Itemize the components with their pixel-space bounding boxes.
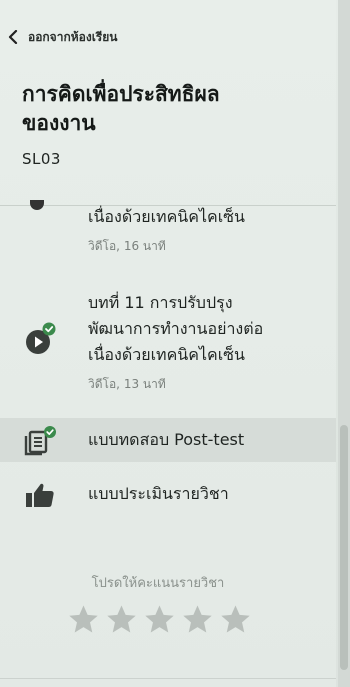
course-title-line: การคิดเพื่อประสิทธิผล [22, 82, 220, 106]
star-icon[interactable] [142, 603, 177, 637]
course-code: SL03 [22, 150, 61, 168]
document-list-icon [24, 426, 56, 456]
course-evaluation-label: แบบประเมินรายวิชา [88, 483, 229, 503]
lesson-title-line[interactable]: เนื่องด้วยเทคนิคไคเซ็น [88, 342, 245, 368]
course-evaluation-item[interactable]: แบบประเมินรายวิชา [0, 472, 336, 516]
lesson-meta: วิดีโอ, 13 นาที [88, 377, 166, 391]
lesson-title-line[interactable]: พัฒนาการทำงานอย่างต่อ [88, 316, 263, 342]
post-test-item[interactable]: แบบทดสอบ Post-test [0, 418, 336, 462]
thumbs-up-icon [26, 483, 54, 507]
lesson-meta: วิดีโอ, 16 นาที [88, 239, 166, 253]
star-icon[interactable] [66, 603, 101, 637]
course-title: การคิดเพื่อประสิทธิผล ของงาน [22, 80, 322, 138]
scrollbar-thumb[interactable] [340, 425, 348, 670]
star-icon[interactable] [104, 603, 139, 637]
lesson-title-line[interactable]: บทที่ 11 การปรับปรุง [88, 290, 233, 316]
rating-stars [66, 603, 253, 637]
rating-prompt: โปรดให้คะแนนรายวิชา [91, 576, 225, 591]
lesson-status-icon [30, 200, 44, 210]
course-sidebar-panel: ออกจากห้องเรียน การคิดเพื่อประสิทธิผล ขอ… [0, 0, 336, 687]
bottom-divider [0, 678, 336, 679]
chevron-left-icon [8, 30, 18, 44]
post-test-label: แบบทดสอบ Post-test [88, 429, 245, 449]
exit-classroom-link[interactable]: ออกจากห้องเรียน [8, 26, 117, 48]
lesson-title-tail[interactable]: เนื่องด้วยเทคนิคไคเซ็น [88, 204, 245, 230]
star-icon[interactable] [180, 603, 215, 637]
exit-classroom-label: ออกจากห้องเรียน [28, 29, 118, 44]
star-icon[interactable] [218, 603, 253, 637]
sidebar-scrollbar[interactable] [338, 0, 350, 687]
course-title-line: ของงาน [22, 111, 96, 135]
play-circle-icon[interactable] [24, 322, 58, 356]
